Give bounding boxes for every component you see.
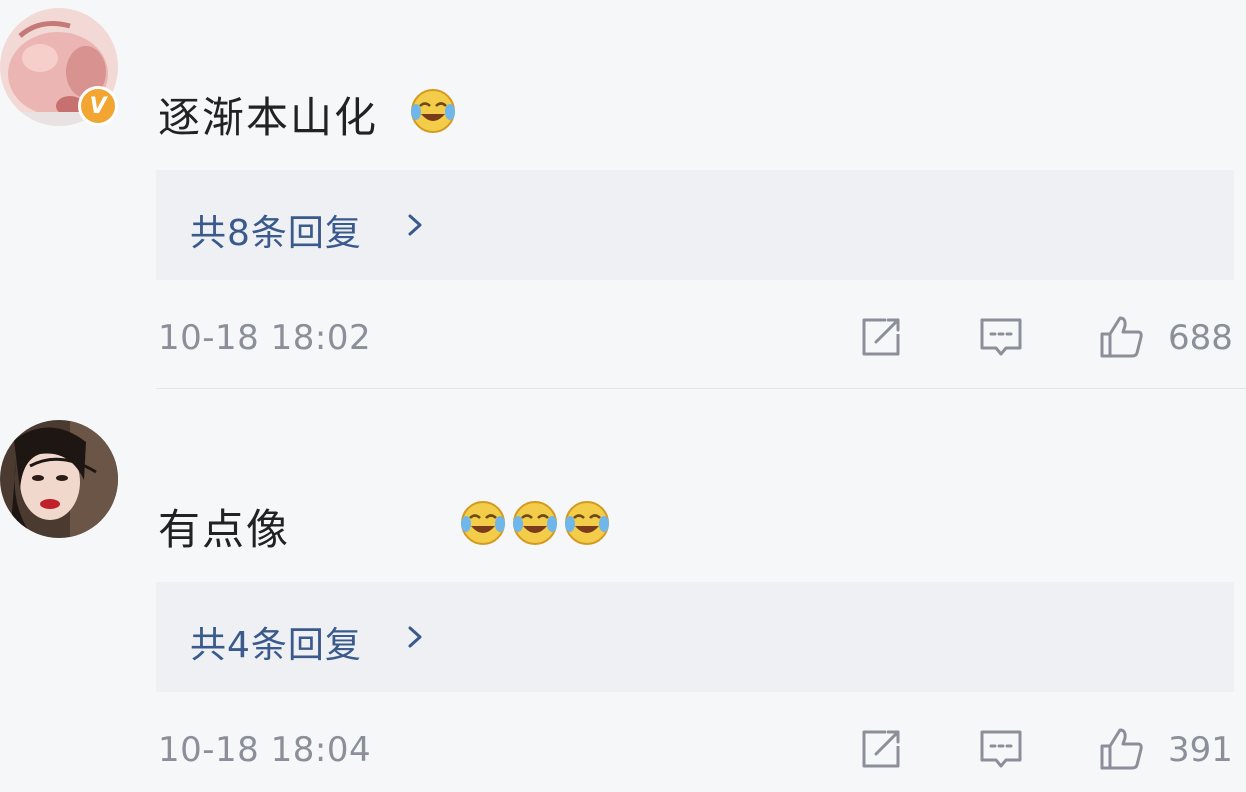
thumbs-up-icon — [1100, 728, 1143, 770]
comment-icon — [980, 730, 1022, 768]
reply-button[interactable] — [976, 312, 1026, 362]
reply-button[interactable] — [976, 724, 1026, 774]
share-icon — [862, 318, 900, 356]
comment-item: V 逐渐本山化 共8条回复 10-18 18:02 688 — [0, 0, 1246, 390]
comment-feed: V 逐渐本山化 共8条回复 10-18 18:02 688 有点像 共4条回复 … — [0, 0, 1246, 792]
view-replies-button[interactable]: 共4条回复 — [156, 582, 1234, 692]
comment-item: 有点像 共4条回复 10-18 18:04 391 — [0, 412, 1246, 792]
laughing-crying-emoji-icon — [562, 498, 612, 548]
comment-timestamp: 10-18 18:04 — [158, 730, 372, 770]
like-button[interactable] — [1096, 312, 1146, 362]
thumbs-up-icon — [1100, 316, 1143, 358]
comment-text: 逐渐本山化 — [158, 93, 379, 142]
like-count: 391 — [1168, 730, 1233, 770]
verified-badge: V — [78, 86, 118, 126]
share-icon — [862, 730, 900, 768]
share-button[interactable] — [856, 312, 906, 362]
comment-icon — [980, 318, 1022, 356]
laughing-crying-emoji-icon — [458, 498, 508, 548]
chevron-right-icon — [408, 214, 422, 236]
laughing-crying-emoji-icon — [510, 498, 560, 548]
laughing-crying-emoji-icon — [408, 86, 458, 136]
share-button[interactable] — [856, 724, 906, 774]
chevron-right-icon — [408, 626, 422, 648]
avatar-image — [0, 420, 118, 538]
like-count: 688 — [1168, 318, 1233, 358]
avatar[interactable] — [0, 420, 118, 538]
like-button[interactable] — [1096, 724, 1146, 774]
view-replies-button[interactable]: 共8条回复 — [156, 170, 1234, 280]
divider — [156, 388, 1246, 389]
comment-text: 有点像 — [158, 505, 291, 554]
comment-timestamp: 10-18 18:02 — [158, 318, 372, 358]
replies-count-label: 共4条回复 — [190, 625, 362, 666]
replies-count-label: 共8条回复 — [190, 213, 362, 254]
